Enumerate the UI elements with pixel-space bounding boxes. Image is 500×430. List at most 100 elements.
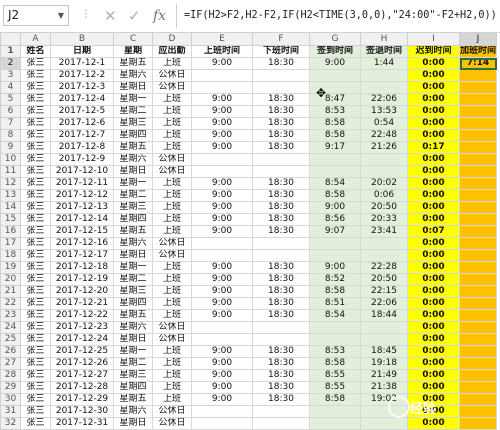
row-number[interactable]: 19: [0, 261, 21, 274]
formula-input[interactable]: =IF(H2>F2,H2-F2,IF(H2<TIME(3,0,0),"24:00…: [184, 8, 498, 24]
table-cell[interactable]: 2017-12-19: [50, 273, 114, 286]
table-cell[interactable]: 张三: [20, 333, 51, 346]
table-cell[interactable]: 18:30: [252, 393, 310, 406]
table-cell[interactable]: [459, 297, 497, 310]
table-cell[interactable]: 9:00: [191, 309, 253, 322]
table-cell[interactable]: 2017-12-6: [50, 117, 114, 130]
table-cell[interactable]: [459, 201, 497, 214]
table-cell[interactable]: 张三: [20, 57, 51, 70]
table-cell[interactable]: [191, 237, 253, 250]
table-cell[interactable]: 星期二: [113, 273, 153, 286]
table-cell[interactable]: 张三: [20, 345, 51, 358]
table-cell[interactable]: 0:00: [407, 249, 460, 262]
table-cell[interactable]: 2017-12-25: [50, 345, 114, 358]
table-cell[interactable]: 星期六: [113, 69, 153, 82]
table-cell[interactable]: [191, 69, 253, 82]
table-cell[interactable]: 0:00: [407, 81, 460, 94]
table-cell[interactable]: 9:00: [191, 225, 253, 238]
chevron-down-icon[interactable]: ▼: [58, 6, 64, 25]
row-number[interactable]: 20: [0, 273, 21, 286]
table-cell[interactable]: 张三: [20, 369, 51, 382]
table-cell[interactable]: 9:00: [191, 93, 253, 106]
table-cell[interactable]: 张三: [20, 297, 51, 310]
table-cell[interactable]: 张三: [20, 309, 51, 322]
table-cell[interactable]: [360, 249, 408, 262]
table-cell[interactable]: 星期四: [113, 213, 153, 226]
row-number[interactable]: 26: [0, 345, 21, 358]
table-cell[interactable]: 0:00: [407, 321, 460, 334]
table-cell[interactable]: 星期一: [113, 93, 153, 106]
table-cell[interactable]: [459, 381, 497, 394]
row-number[interactable]: 29: [0, 381, 21, 394]
table-cell[interactable]: 2017-12-24: [50, 333, 114, 346]
table-cell[interactable]: 星期四: [113, 129, 153, 142]
table-cell[interactable]: [360, 153, 408, 166]
table-cell[interactable]: 2017-12-13: [50, 201, 114, 214]
table-cell[interactable]: 星期五: [113, 309, 153, 322]
table-cell[interactable]: 18:30: [252, 141, 310, 154]
table-cell[interactable]: 张三: [20, 141, 51, 154]
table-cell[interactable]: 星期五: [113, 393, 153, 406]
column-header-e[interactable]: E: [191, 32, 253, 46]
header-cell[interactable]: 签到时间: [309, 45, 361, 58]
table-cell[interactable]: 18:30: [252, 273, 310, 286]
table-cell[interactable]: 星期五: [113, 57, 153, 70]
row-number[interactable]: 30: [0, 393, 21, 406]
table-cell[interactable]: 9:00: [191, 201, 253, 214]
table-cell[interactable]: 0:00: [407, 57, 460, 70]
table-cell[interactable]: [191, 81, 253, 94]
table-cell[interactable]: 上班: [152, 129, 192, 142]
column-header-i[interactable]: I: [407, 32, 460, 46]
table-cell[interactable]: 9:00: [191, 369, 253, 382]
row-number[interactable]: 18: [0, 249, 21, 262]
table-cell[interactable]: 星期六: [113, 405, 153, 418]
table-cell[interactable]: 20:50: [360, 273, 408, 286]
table-cell[interactable]: 9:00: [191, 57, 253, 70]
table-cell[interactable]: 公休日: [152, 321, 192, 334]
table-cell[interactable]: 0:00: [407, 177, 460, 190]
table-cell[interactable]: [459, 369, 497, 382]
table-cell[interactable]: 上班: [152, 369, 192, 382]
table-cell[interactable]: 2017-12-2: [50, 69, 114, 82]
table-cell[interactable]: 公休日: [152, 249, 192, 262]
table-cell[interactable]: 张三: [20, 225, 51, 238]
table-cell[interactable]: [459, 333, 497, 346]
table-cell[interactable]: 21:26: [360, 141, 408, 154]
table-cell[interactable]: 星期二: [113, 189, 153, 202]
header-cell[interactable]: 日期: [50, 45, 114, 58]
table-cell[interactable]: 星期日: [113, 249, 153, 262]
table-cell[interactable]: 18:30: [252, 189, 310, 202]
table-cell[interactable]: 21:38: [360, 381, 408, 394]
table-cell[interactable]: 2017-12-7: [50, 129, 114, 142]
table-cell[interactable]: 上班: [152, 189, 192, 202]
table-cell[interactable]: [309, 153, 361, 166]
table-cell[interactable]: 公休日: [152, 69, 192, 82]
table-cell[interactable]: 张三: [20, 201, 51, 214]
table-cell[interactable]: 星期二: [113, 357, 153, 370]
table-cell[interactable]: 0:07: [407, 225, 460, 238]
table-cell[interactable]: 8:52: [309, 273, 361, 286]
table-cell[interactable]: [252, 249, 310, 262]
table-cell[interactable]: 星期日: [113, 333, 153, 346]
table-cell[interactable]: 上班: [152, 345, 192, 358]
table-cell[interactable]: 18:30: [252, 129, 310, 142]
table-cell[interactable]: 星期五: [113, 225, 153, 238]
select-all-corner[interactable]: [0, 32, 21, 46]
table-cell[interactable]: [360, 69, 408, 82]
table-cell[interactable]: 2017-12-9: [50, 153, 114, 166]
table-cell[interactable]: 2017-12-18: [50, 261, 114, 274]
table-cell[interactable]: 2017-12-8: [50, 141, 114, 154]
insert-function-icon[interactable]: fx: [153, 7, 166, 25]
table-cell[interactable]: [459, 105, 497, 118]
table-cell[interactable]: 上班: [152, 393, 192, 406]
table-cell[interactable]: [459, 177, 497, 190]
table-cell[interactable]: 2017-12-29: [50, 393, 114, 406]
table-cell[interactable]: [309, 237, 361, 250]
table-cell[interactable]: [252, 165, 310, 178]
table-cell[interactable]: 星期日: [113, 417, 153, 430]
table-cell[interactable]: [459, 129, 497, 142]
table-cell[interactable]: 张三: [20, 189, 51, 202]
confirm-icon[interactable]: ✓: [128, 7, 141, 25]
table-cell[interactable]: 18:30: [252, 225, 310, 238]
table-cell[interactable]: 22:28: [360, 261, 408, 274]
